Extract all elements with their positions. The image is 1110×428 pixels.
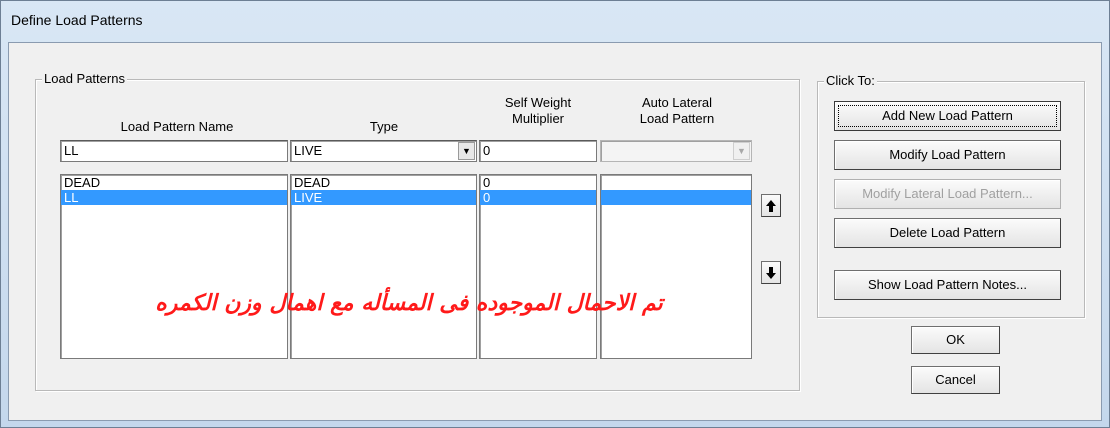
load-pattern-name-input[interactable]: LL — [60, 140, 288, 162]
ok-button[interactable]: OK — [911, 326, 1000, 354]
self-weight-multiplier-input[interactable]: 0 — [479, 140, 597, 162]
cancel-button[interactable]: Cancel — [911, 366, 1000, 394]
type-dropdown-chevron-down-icon[interactable]: ▼ — [458, 142, 475, 160]
list-item[interactable]: 0 — [480, 190, 596, 205]
self-weight-list[interactable]: 0 0 — [479, 174, 597, 359]
type-dropdown[interactable]: LIVE ▼ — [290, 140, 477, 162]
list-item[interactable] — [601, 175, 751, 190]
header-self-weight-line1: Self Weight — [504, 95, 572, 110]
title-bar[interactable]: Define Load Patterns — [1, 1, 1109, 41]
delete-load-pattern-button[interactable]: Delete Load Pattern — [834, 218, 1061, 248]
click-to-group-label: Click To: — [824, 73, 877, 88]
annotation-text: تم الاحمال الموجوده فى المسأله مع اهمال … — [155, 290, 663, 316]
header-auto-lateral-line2: Load Pattern — [639, 111, 715, 126]
auto-lateral-chevron-down-icon: ▼ — [733, 142, 750, 160]
list-item[interactable]: LL — [61, 190, 287, 205]
move-up-button[interactable] — [761, 194, 781, 217]
header-self-weight-line2: Multiplier — [511, 111, 564, 126]
list-item[interactable]: 0 — [480, 175, 596, 190]
modify-load-pattern-button[interactable]: Modify Load Pattern — [834, 140, 1061, 170]
load-patterns-group-label: Load Patterns — [42, 71, 127, 86]
header-self-weight-multiplier: Self Weight Multiplier — [479, 95, 597, 127]
move-down-button[interactable] — [761, 261, 781, 284]
load-pattern-name-list[interactable]: DEAD LL — [60, 174, 288, 359]
add-new-load-pattern-button[interactable]: Add New Load Pattern — [834, 101, 1061, 131]
header-auto-lateral-line1: Auto Lateral — [641, 95, 713, 110]
window-title: Define Load Patterns — [11, 12, 143, 28]
list-item[interactable] — [601, 190, 751, 205]
arrow-up-icon — [766, 200, 776, 212]
auto-lateral-list[interactable] — [600, 174, 752, 359]
header-type: Type — [369, 119, 399, 134]
auto-lateral-dropdown: ▼ — [600, 140, 752, 162]
modify-lateral-load-pattern-button: Modify Lateral Load Pattern... — [834, 179, 1061, 209]
list-item[interactable]: LIVE — [291, 190, 476, 205]
type-list[interactable]: DEAD LIVE — [290, 174, 477, 359]
dialog-window: Define Load Patterns Load Patterns Load … — [0, 0, 1110, 428]
list-item[interactable]: DEAD — [61, 175, 287, 190]
type-dropdown-value: LIVE — [294, 143, 323, 158]
arrow-down-icon — [766, 267, 776, 279]
show-load-pattern-notes-button[interactable]: Show Load Pattern Notes... — [834, 270, 1061, 300]
dialog-client-area: Load Patterns Load Pattern Name Type Sel… — [8, 42, 1102, 421]
header-load-pattern-name: Load Pattern Name — [120, 119, 234, 134]
list-item[interactable]: DEAD — [291, 175, 476, 190]
header-auto-lateral-load-pattern: Auto Lateral Load Pattern — [602, 95, 752, 127]
